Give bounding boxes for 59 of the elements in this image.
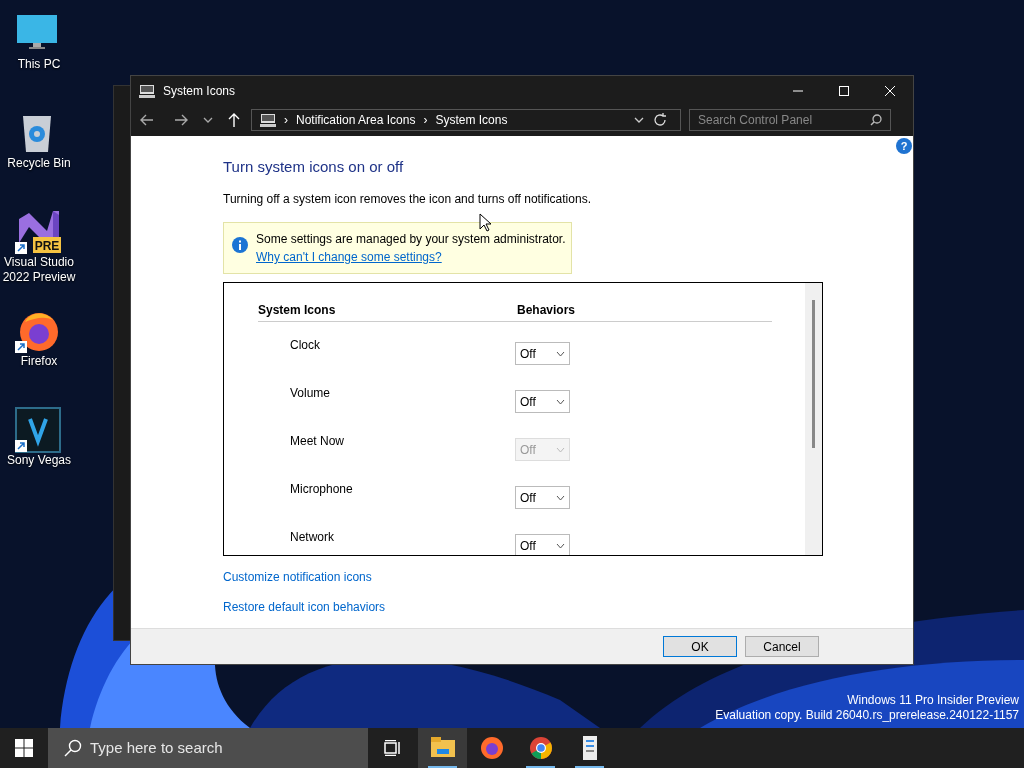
breadcrumb-separator: › <box>284 112 288 130</box>
dropdown-icon[interactable] <box>634 116 644 125</box>
taskbar-search-field[interactable]: Type here to search <box>48 728 368 768</box>
behavior-dropdown[interactable]: Off <box>515 342 570 366</box>
cancel-button[interactable]: Cancel <box>745 636 819 658</box>
breadcrumb[interactable]: Notification Area Icons <box>296 111 416 130</box>
computer-icon <box>139 83 155 98</box>
window-title: System Icons <box>163 82 236 100</box>
behavior-dropdown[interactable]: Off <box>515 534 570 556</box>
browser-icon <box>478 735 505 761</box>
scrollbar[interactable] <box>805 283 822 556</box>
page-heading: Turn system icons on or off <box>223 156 405 177</box>
caret-icon <box>556 398 565 405</box>
browser-icon <box>527 735 554 761</box>
build-info-text: Evaluation copy. Build 26040.rs_prerelease.240122-1157 <box>715 708 1019 723</box>
table-cell-text: Volume <box>290 385 332 403</box>
refresh-icon[interactable] <box>653 113 667 128</box>
behavior-dropdown[interactable]: Off <box>515 486 570 510</box>
task-view-icon[interactable] <box>384 740 402 756</box>
info-icon <box>232 237 248 254</box>
close-icon[interactable] <box>885 85 895 96</box>
breadcrumb[interactable]: System Icons <box>435 111 508 130</box>
desktop-icon-label[interactable]: Visual Studio 2022 Preview <box>0 255 78 285</box>
computer-icon <box>260 113 276 128</box>
behavior-dropdown[interactable]: Off <box>515 390 570 414</box>
ok-button[interactable]: OK <box>663 636 737 658</box>
description-text: Turning off a system icon removes the icon and turns off notifications. <box>223 191 592 209</box>
caret-icon <box>556 446 565 453</box>
breadcrumb-separator: › <box>423 112 428 130</box>
search-field[interactable]: Search Control Panel <box>689 109 891 132</box>
maximize-icon[interactable] <box>839 85 849 96</box>
recent-pages-icon[interactable] <box>203 116 213 125</box>
search-icon <box>64 739 82 757</box>
caret-icon <box>556 494 565 501</box>
help-icon[interactable]: ? <box>896 137 912 154</box>
build-info-text: Windows 11 Pro Insider Preview <box>846 693 1019 708</box>
cursor-icon <box>479 212 491 232</box>
desktop-icon-label[interactable]: This PC <box>0 57 78 72</box>
up-icon[interactable] <box>227 112 241 129</box>
desktop-icon-label[interactable]: Sony Vegas <box>0 453 78 468</box>
settings-link[interactable]: Customize notification icons <box>223 570 372 585</box>
column-header: Behaviors <box>517 302 576 320</box>
notice-text: Some settings are managed by your system administrator. <box>256 231 566 249</box>
column-header: System Icons <box>258 302 337 320</box>
table-cell-text: Clock <box>290 337 321 355</box>
desktop-icon-label[interactable]: Recycle Bin <box>0 156 78 171</box>
start-icon[interactable] <box>15 739 33 757</box>
taskbar-app-button[interactable] <box>418 728 467 768</box>
search-icon <box>870 114 882 127</box>
table-cell-text: Microphone <box>290 481 354 499</box>
help-link[interactable]: Why can't I change some settings? <box>256 250 442 265</box>
caret-icon <box>556 542 565 549</box>
caret-icon <box>556 350 565 357</box>
address-bar[interactable]: › Notification Area Icons › System Icons <box>251 109 681 132</box>
app-logo-icon[interactable] <box>15 407 63 453</box>
table-cell-text: Network <box>290 529 335 547</box>
table-cell-text: Meet Now <box>290 433 346 451</box>
desktop-icon-label[interactable]: Firefox <box>0 354 78 369</box>
settings-link[interactable]: Restore default icon behaviors <box>223 600 386 615</box>
